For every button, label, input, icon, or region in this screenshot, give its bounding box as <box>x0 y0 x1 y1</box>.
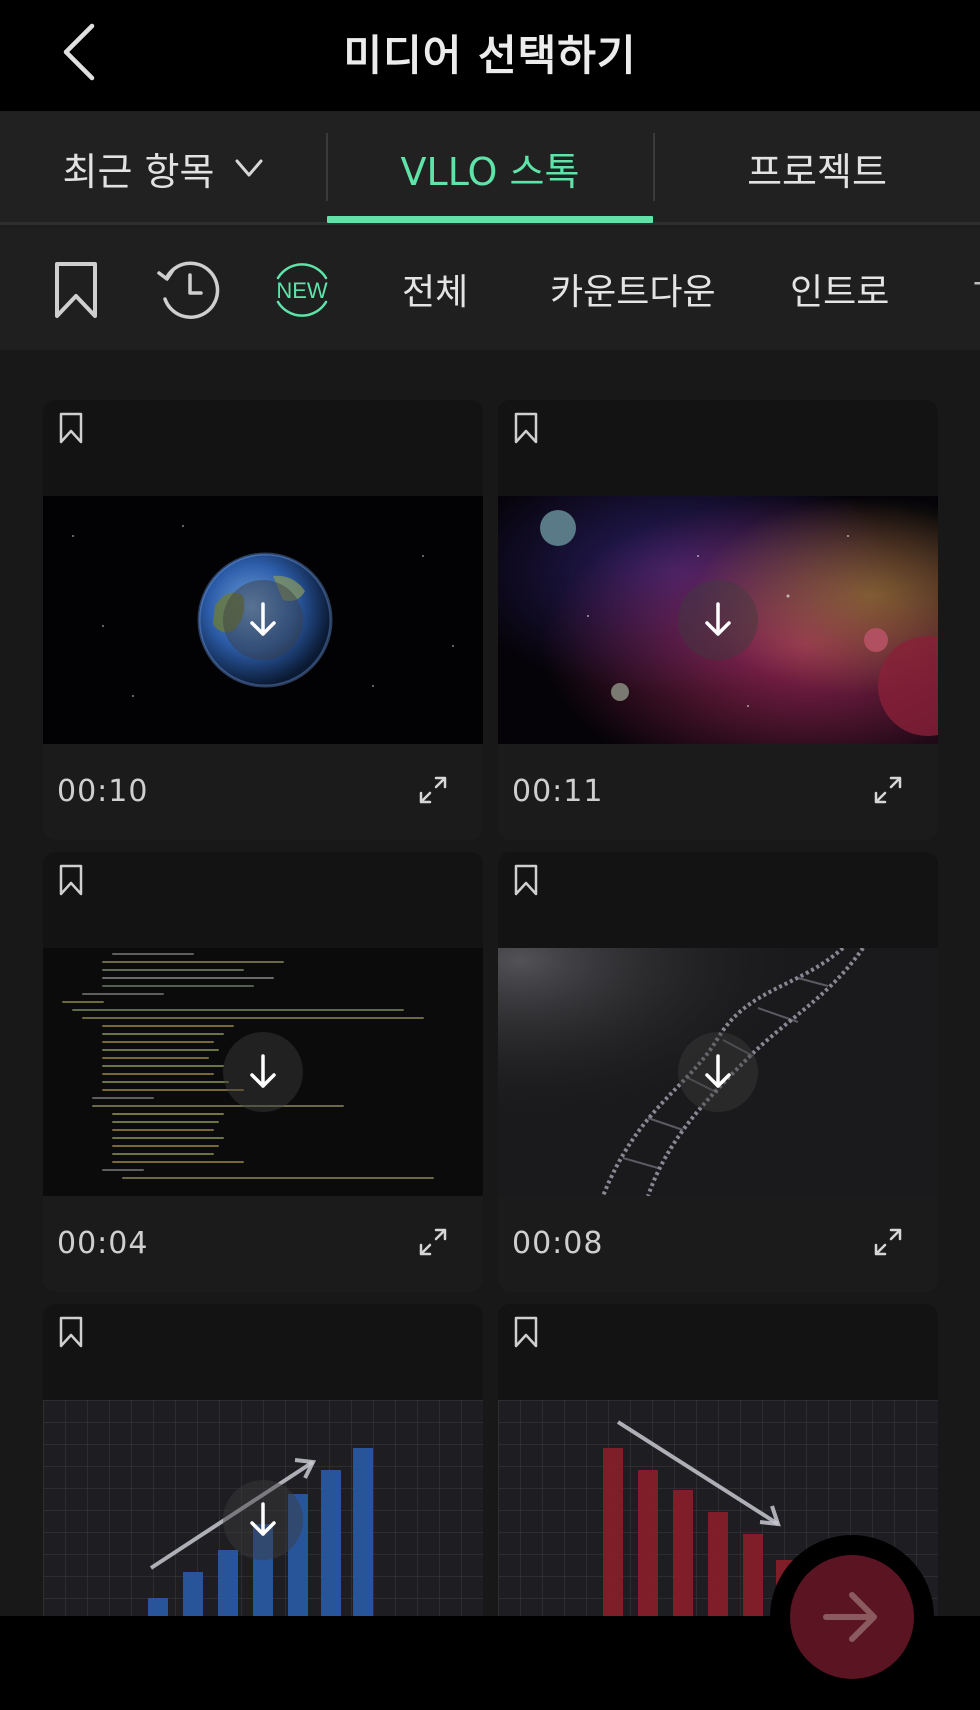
media-card[interactable]: 00:10 <box>43 400 483 840</box>
category-intro[interactable]: 인트로 <box>790 228 889 350</box>
bookmark-icon <box>59 412 83 444</box>
video-thumbnail <box>43 496 483 744</box>
category-next-partial[interactable]: ㄱ <box>968 228 980 350</box>
card-bookmark-button[interactable] <box>510 862 542 898</box>
media-card[interactable] <box>43 1304 483 1616</box>
media-card[interactable]: 00:11 <box>498 400 938 840</box>
bookmark-icon <box>59 864 83 896</box>
download-button[interactable] <box>678 580 758 660</box>
tab-recent-label: 최근 항목 <box>62 149 215 194</box>
new-badge-label: NEW <box>276 278 328 303</box>
card-footer: 00:08 <box>498 1196 938 1292</box>
card-footer: 00:04 <box>43 1196 483 1292</box>
expand-preview-button[interactable] <box>413 1222 453 1262</box>
download-button[interactable] <box>223 1480 303 1560</box>
tab-recent[interactable]: 최근 항목 <box>0 111 327 225</box>
video-thumbnail <box>43 948 483 1196</box>
video-duration: 00:08 <box>512 1226 604 1261</box>
video-duration: 00:04 <box>57 1226 149 1261</box>
history-filter-button[interactable] <box>152 250 224 330</box>
source-tabs: 최근 항목 VLLO 스톡 프로젝트 <box>0 111 980 225</box>
expand-icon <box>874 1228 902 1256</box>
download-arrow-icon <box>250 602 276 636</box>
tab-vllo-stock-label: VLLO 스톡 <box>400 149 580 194</box>
expand-preview-button[interactable] <box>868 1222 908 1262</box>
bookmark-icon <box>514 864 538 896</box>
card-bookmark-button[interactable] <box>510 410 542 446</box>
category-countdown[interactable]: 카운트다운 <box>550 228 716 350</box>
expand-preview-button[interactable] <box>868 770 908 810</box>
tab-projects-label: 프로젝트 <box>747 149 887 194</box>
card-bookmark-button[interactable] <box>55 862 87 898</box>
bookmark-icon <box>514 412 538 444</box>
download-button[interactable] <box>223 580 303 660</box>
bookmark-icon <box>59 1316 83 1348</box>
media-card[interactable]: 00:08 <box>498 852 938 1292</box>
expand-icon <box>419 776 447 804</box>
new-badge-icon: NEW <box>276 263 328 317</box>
bookmark-filter-button[interactable] <box>44 250 108 330</box>
bookmark-icon <box>514 1316 538 1348</box>
tab-projects[interactable]: 프로젝트 <box>654 111 980 225</box>
bookmark-icon <box>55 262 97 318</box>
card-footer: 00:10 <box>43 744 483 840</box>
video-thumbnail <box>43 1400 483 1616</box>
video-thumbnail <box>498 948 938 1196</box>
video-duration: 00:10 <box>57 774 149 809</box>
category-row[interactable]: NEW 전체 카운트다운 인트로 ㄱ <box>0 228 980 350</box>
download-button[interactable] <box>223 1032 303 1112</box>
video-thumbnail <box>498 496 938 744</box>
expand-icon <box>419 1228 447 1256</box>
active-tab-indicator <box>327 216 653 223</box>
tab-vllo-stock[interactable]: VLLO 스톡 <box>327 111 653 225</box>
next-button[interactable] <box>790 1555 914 1679</box>
history-icon <box>157 261 220 319</box>
expand-icon <box>874 776 902 804</box>
category-all[interactable]: 전체 <box>402 228 468 350</box>
media-card[interactable]: 00:04 <box>43 852 483 1292</box>
arrow-right-icon <box>823 1592 877 1642</box>
download-arrow-icon <box>250 1502 276 1536</box>
card-bookmark-button[interactable] <box>510 1314 542 1350</box>
download-arrow-icon <box>705 602 731 636</box>
card-bookmark-button[interactable] <box>55 410 87 446</box>
download-arrow-icon <box>705 1054 731 1088</box>
media-grid[interactable]: 00:10 00:11 00:04 00:08 <box>0 350 980 1616</box>
top-bar: 미디어 선택하기 <box>0 0 980 111</box>
page-title: 미디어 선택하기 <box>343 31 637 80</box>
card-footer: 00:11 <box>498 744 938 840</box>
download-arrow-icon <box>250 1054 276 1088</box>
download-button[interactable] <box>678 1032 758 1112</box>
card-bookmark-button[interactable] <box>55 1314 87 1350</box>
video-duration: 00:11 <box>512 774 604 809</box>
expand-preview-button[interactable] <box>413 770 453 810</box>
new-filter-button[interactable]: NEW <box>268 250 336 330</box>
chevron-down-icon <box>234 158 264 178</box>
